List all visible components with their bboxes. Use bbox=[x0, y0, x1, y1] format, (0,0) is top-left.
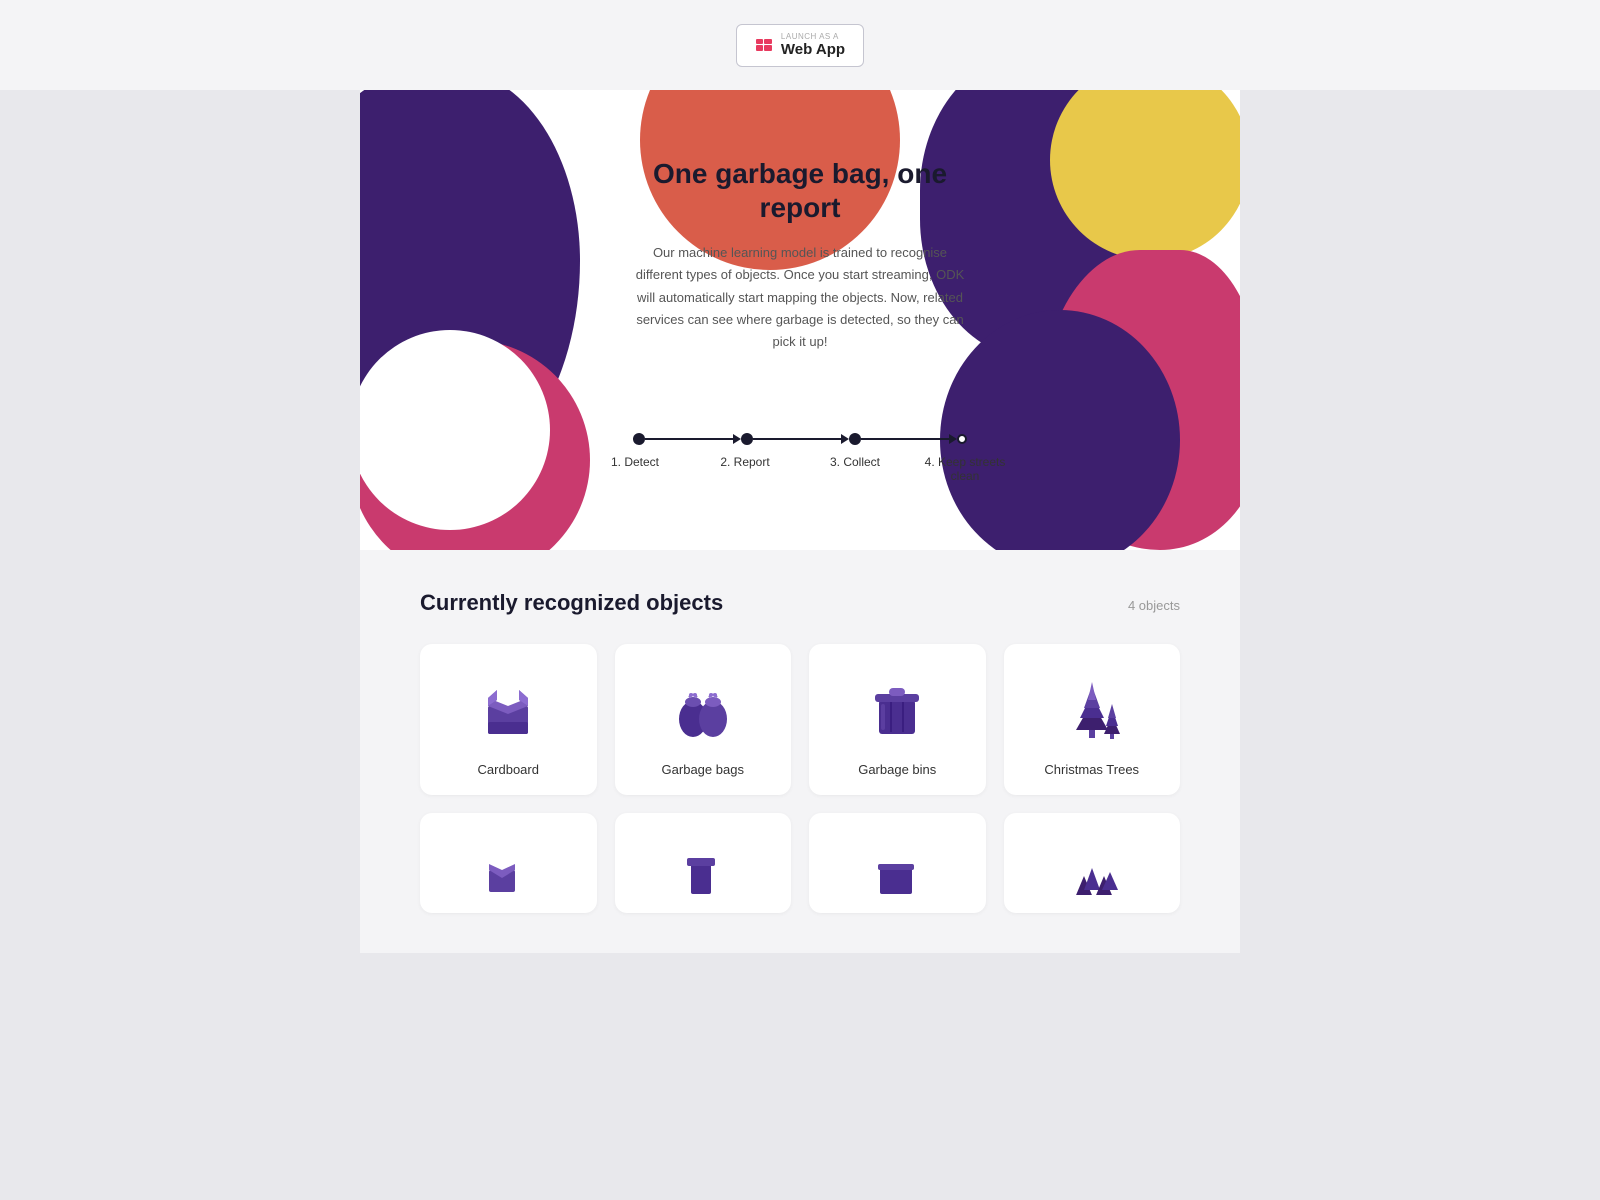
object-card-partial-1 bbox=[420, 813, 597, 913]
christmas-trees-icon bbox=[1052, 668, 1132, 748]
step-1-dot bbox=[633, 433, 645, 445]
web-app-label: Web App bbox=[781, 41, 845, 58]
page-wrapper: LAUNCH AS A Web App One garbage bag, one… bbox=[0, 0, 1600, 1200]
object-card-partial-2 bbox=[615, 813, 792, 913]
pwa-icon bbox=[755, 36, 773, 54]
objects-grid-partial bbox=[420, 813, 1180, 913]
garbage-bags-label: Garbage bags bbox=[662, 762, 744, 777]
cardboard-label: Cardboard bbox=[478, 762, 539, 777]
object-card-christmas-trees: Christmas Trees bbox=[1004, 644, 1181, 795]
object-card-cardboard: Cardboard bbox=[420, 644, 597, 795]
step-line-3 bbox=[861, 438, 951, 440]
main-content: Currently recognized objects 4 objects bbox=[360, 550, 1240, 953]
object-card-partial-4 bbox=[1004, 813, 1181, 913]
garbage-bins-icon bbox=[857, 668, 937, 748]
object-card-garbage-bins: Garbage bins bbox=[809, 644, 986, 795]
step-2-dot bbox=[741, 433, 753, 445]
pwa-badge-label: LAUNCH AS A bbox=[781, 33, 839, 41]
christmas-trees-label: Christmas Trees bbox=[1044, 762, 1139, 777]
hero-description: Our machine learning model is trained to… bbox=[630, 242, 970, 352]
steps-labels: 1. Detect 2. Report 3. Collect 4. Keep s… bbox=[580, 455, 1020, 483]
step-line-1 bbox=[645, 438, 735, 440]
hero-content: One garbage bag, one report Our machine … bbox=[610, 117, 990, 433]
step-2-label: 2. Report bbox=[690, 455, 800, 469]
garbage-bins-label: Garbage bins bbox=[858, 762, 936, 777]
objects-count: 4 objects bbox=[1128, 598, 1180, 613]
object-card-garbage-bags: Garbage bags bbox=[615, 644, 792, 795]
top-bar: LAUNCH AS A Web App bbox=[0, 0, 1600, 90]
step-3-dot bbox=[849, 433, 861, 445]
steps-container: 1. Detect 2. Report 3. Collect 4. Keep s… bbox=[580, 433, 1020, 523]
step-3-label: 3. Collect bbox=[800, 455, 910, 469]
step-line-2 bbox=[753, 438, 843, 440]
section-header: Currently recognized objects 4 objects bbox=[420, 590, 1180, 616]
objects-grid: Cardboard bbox=[420, 644, 1180, 795]
step-1-label: 1. Detect bbox=[580, 455, 690, 469]
web-app-button[interactable]: LAUNCH AS A Web App bbox=[736, 24, 864, 67]
hero-section: One garbage bag, one report Our machine … bbox=[360, 90, 1240, 550]
garbage-bags-icon bbox=[663, 668, 743, 748]
section-title: Currently recognized objects bbox=[420, 590, 723, 616]
hero-title: One garbage bag, one report bbox=[630, 157, 970, 224]
step-4-dot bbox=[957, 434, 967, 444]
cardboard-icon bbox=[468, 668, 548, 748]
steps-line bbox=[633, 433, 967, 445]
step-4-label: 4. Keep streets clean bbox=[910, 455, 1020, 483]
object-card-partial-3 bbox=[809, 813, 986, 913]
